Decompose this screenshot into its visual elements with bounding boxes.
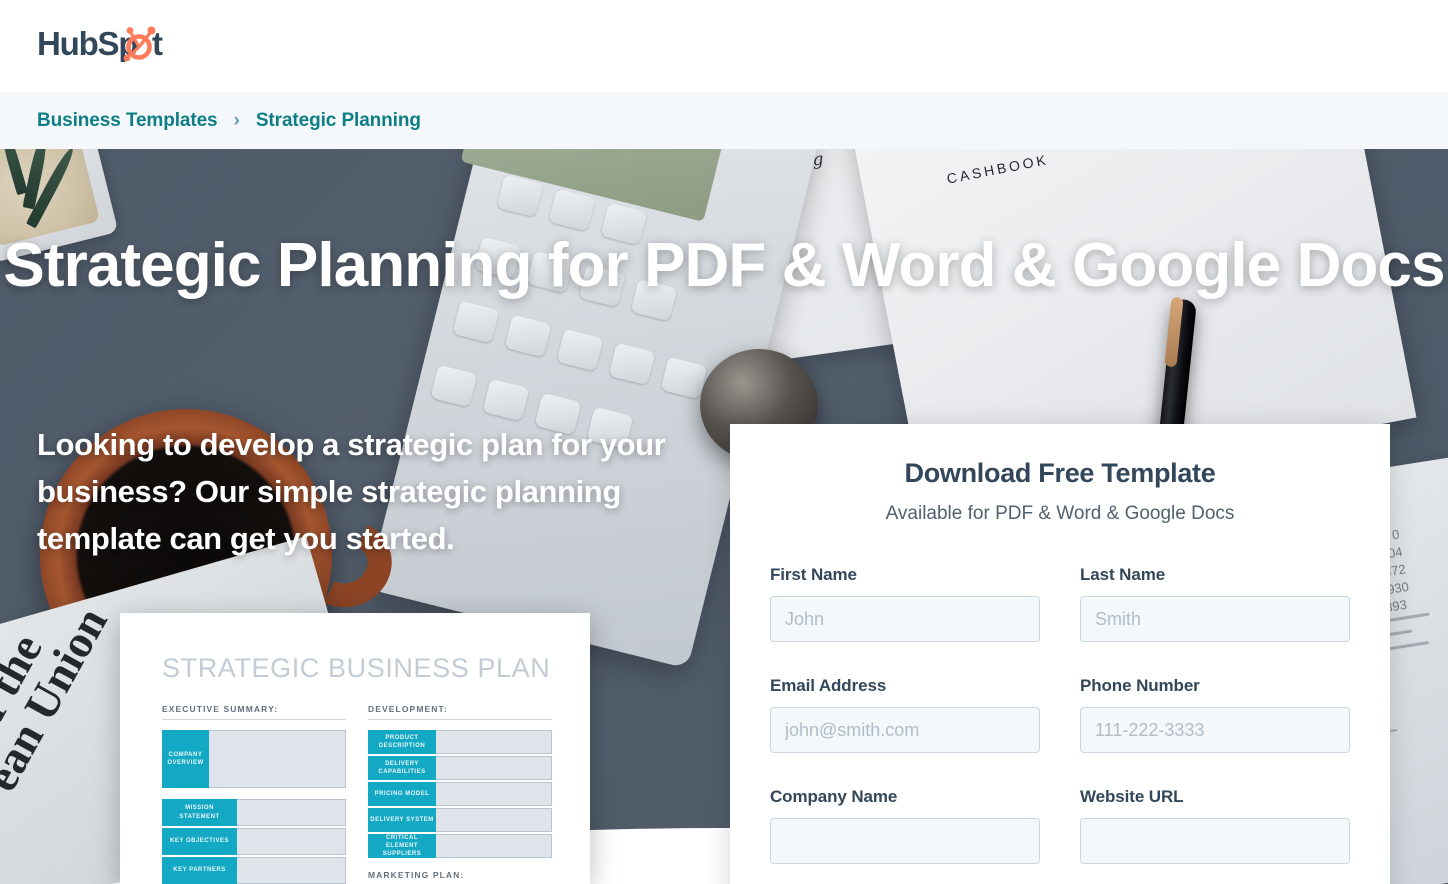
hubspot-logo[interactable]: HubSp t <box>37 19 177 71</box>
template-block-label: CRITICAL ELEMENT SUPPLIERS <box>368 834 436 858</box>
breadcrumb-strategic-planning[interactable]: Strategic Planning <box>256 111 421 130</box>
template-block-fill <box>209 730 346 788</box>
first-name-label: First Name <box>770 565 857 584</box>
website-input[interactable] <box>1080 818 1350 864</box>
template-block-label: COMPANY OVERVIEW <box>162 730 209 788</box>
template-preview-card[interactable]: STRATEGIC BUSINESS PLAN EXECUTIVE SUMMAR… <box>120 613 590 884</box>
template-block-label: MISSION STATEMENT <box>162 799 237 826</box>
form-group-email: Email Address <box>770 676 1040 753</box>
breadcrumb-business-templates[interactable]: Business Templates <box>37 111 218 130</box>
form-title: Download Free Template <box>904 458 1216 488</box>
form-row: First Name Last Name <box>770 565 1350 642</box>
page-root: HubSp t Business Templates › Strategic P… <box>0 0 1448 884</box>
template-block-mission-statement: MISSION STATEMENT <box>162 799 346 826</box>
template-block-fill <box>436 730 552 754</box>
company-label: Company Name <box>770 787 898 806</box>
breadcrumb: Business Templates › Strategic Planning <box>0 111 421 130</box>
form-row: Email Address Phone Number <box>770 676 1350 753</box>
template-block-label: PRODUCT DESCRIPTION <box>368 730 436 754</box>
breadcrumb-bar: Business Templates › Strategic Planning <box>0 92 1448 149</box>
email-input[interactable] <box>770 707 1040 753</box>
email-label: Email Address <box>770 676 887 695</box>
form-group-website: Website URL <box>1080 787 1350 864</box>
template-block-fill <box>436 756 552 780</box>
phone-input[interactable] <box>1080 707 1350 753</box>
hubspot-logo-icon: HubSp t <box>37 25 164 62</box>
template-block-label: KEY PARTNERS <box>162 857 237 884</box>
last-name-label: Last Name <box>1080 565 1166 584</box>
form-row: Company Name Website URL <box>770 787 1350 864</box>
form-group-last-name: Last Name <box>1080 565 1350 642</box>
template-block-fill <box>436 834 552 858</box>
chevron-right-icon: › <box>233 110 240 131</box>
template-block-pricing-model: PRICING MODEL <box>368 782 552 806</box>
template-section-heading: DEVELOPMENT: <box>368 704 552 720</box>
form-subtitle: Available for PDF & Word & Google Docs <box>885 503 1235 524</box>
form-group-first-name: First Name <box>770 565 1040 642</box>
template-block-key-objectives: KEY OBJECTIVES <box>162 828 346 855</box>
form-group-phone: Phone Number <box>1080 676 1350 753</box>
template-block-delivery-system: DELIVERY SYSTEM <box>368 808 552 832</box>
template-block-fill <box>436 782 552 806</box>
template-block-critical-element-suppliers: CRITICAL ELEMENT SUPPLIERS <box>368 834 552 858</box>
company-input[interactable] <box>770 818 1040 864</box>
template-block-label: DELIVERY CAPABILITIES <box>368 756 436 780</box>
template-section-heading-marketing-plan: MARKETING PLAN: <box>368 870 552 884</box>
template-block-fill <box>237 828 346 855</box>
first-name-input[interactable] <box>770 596 1040 642</box>
template-preview-columns: EXECUTIVE SUMMARY: COMPANY OVERVIEW MISS… <box>162 704 552 884</box>
svg-text:HubSp: HubSp <box>37 25 137 62</box>
template-block-delivery-capabilities: DELIVERY CAPABILITIES <box>368 756 552 780</box>
template-block-product-description: PRODUCT DESCRIPTION <box>368 730 552 754</box>
template-block-company-overview: COMPANY OVERVIEW <box>162 730 346 788</box>
template-block-label: KEY OBJECTIVES <box>162 828 237 855</box>
template-block-label: PRICING MODEL <box>368 782 436 806</box>
template-section-heading: EXECUTIVE SUMMARY: <box>162 704 346 720</box>
template-block-fill <box>436 808 552 832</box>
top-navigation-bar: HubSp t <box>0 0 1448 92</box>
template-block-label: DELIVERY SYSTEM <box>368 808 436 832</box>
form-group-company: Company Name <box>770 787 1040 864</box>
page-title: Strategic Planning for PDF & Word & Goog… <box>3 231 1445 300</box>
last-name-input[interactable] <box>1080 596 1350 642</box>
website-label: Website URL <box>1080 787 1184 806</box>
phone-label: Phone Number <box>1080 676 1200 695</box>
template-block-fill <box>237 799 346 826</box>
download-form-card: Download Free Template Available for PDF… <box>730 424 1390 884</box>
hero-subtitle: Looking to develop a strategic plan for … <box>37 427 666 557</box>
template-column-executive-summary: EXECUTIVE SUMMARY: COMPANY OVERVIEW MISS… <box>162 704 346 884</box>
template-preview-title: STRATEGIC BUSINESS PLAN <box>162 653 551 683</box>
template-column-development: DEVELOPMENT: PRODUCT DESCRIPTION DELIVER… <box>368 704 552 884</box>
template-block-key-partners: KEY PARTNERS <box>162 857 346 884</box>
template-block-fill <box>237 857 346 884</box>
